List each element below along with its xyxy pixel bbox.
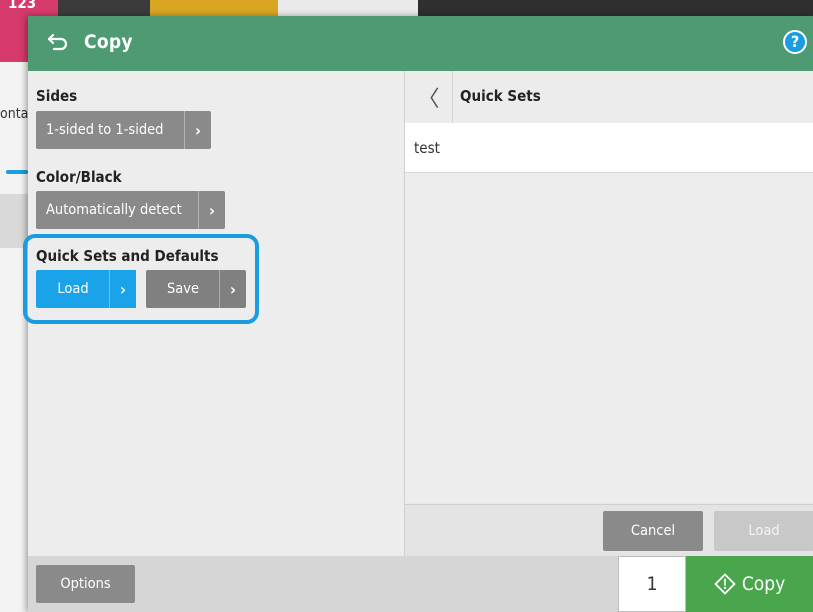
settings-panel: Sides 1-sided to 1-sided › Color/Black A…: [23, 71, 404, 556]
quick-sets-save-button[interactable]: Save ›: [146, 270, 246, 308]
quick-sets-load-button[interactable]: Load ›: [36, 270, 136, 308]
options-button[interactable]: Options: [36, 565, 135, 603]
help-icon[interactable]: ?: [783, 30, 807, 54]
title-bar: Copy ?: [28, 16, 813, 71]
background-fragment-text: onta: [0, 106, 29, 122]
color-black-label: Color/Black: [36, 168, 122, 186]
quick-sets-label: Quick Sets and Defaults: [36, 247, 219, 265]
quick-sets-list: test: [405, 123, 813, 503]
sides-label: Sides: [36, 87, 78, 105]
sides-button[interactable]: 1-sided to 1-sided ›: [36, 111, 211, 149]
background-tile-number: 123: [8, 0, 37, 12]
quick-sets-footer: Cancel Load: [405, 504, 813, 556]
copy-label: Copy: [741, 573, 786, 595]
copy-dialog: Copy ? Sides 1-sided to 1-sided › Color/…: [23, 16, 813, 612]
cancel-button[interactable]: Cancel: [603, 511, 703, 551]
quick-sets-header: 〈 Quick Sets: [405, 71, 813, 124]
bottom-bar: Options 1 Copy: [28, 556, 813, 612]
background-dark-strip: [418, 0, 813, 16]
list-item[interactable]: test: [405, 123, 813, 173]
start-diamond-icon: [714, 573, 736, 595]
background-strip: [278, 0, 418, 16]
quick-sets-save-label: Save: [166, 281, 200, 297]
page-title: Copy: [84, 31, 133, 53]
back-arrow-icon[interactable]: [44, 30, 70, 56]
sides-value: 1-sided to 1-sided: [46, 122, 164, 138]
chevron-right-icon: ›: [109, 270, 136, 308]
quick-sets-panel: 〈 Quick Sets test Cancel Load: [404, 71, 813, 556]
chevron-right-icon: ›: [184, 111, 211, 149]
chevron-right-icon: ›: [198, 191, 225, 229]
chevron-left-icon[interactable]: 〈: [405, 71, 453, 123]
quick-sets-title: Quick Sets: [460, 87, 541, 105]
chevron-right-icon: ›: [219, 270, 246, 308]
load-button[interactable]: Load: [714, 511, 813, 551]
copies-field[interactable]: 1: [618, 556, 686, 612]
copy-start-button[interactable]: Copy: [686, 556, 813, 612]
quick-sets-load-label: Load: [57, 281, 89, 297]
background-left-panel: onta: [0, 62, 28, 612]
color-black-value: Automatically detect: [46, 202, 182, 218]
background-progress-bar: [6, 170, 28, 174]
color-black-button[interactable]: Automatically detect ›: [36, 191, 225, 229]
